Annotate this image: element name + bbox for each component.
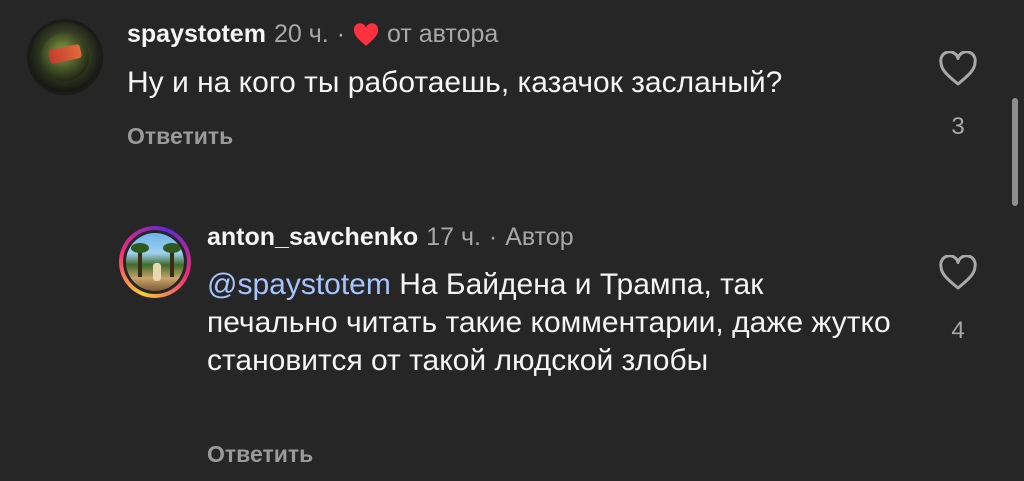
reply-button[interactable]: Ответить bbox=[207, 441, 313, 468]
username[interactable]: anton_savchenko bbox=[207, 223, 418, 252]
scrollbar[interactable] bbox=[1012, 98, 1018, 206]
comment-text: @spaystotem На Байдена и Трампа, так печ… bbox=[207, 266, 897, 380]
separator: · bbox=[336, 20, 346, 48]
like-count: 3 bbox=[951, 113, 965, 140]
author-like-label: от автора bbox=[387, 20, 499, 48]
like-count: 4 bbox=[951, 317, 965, 344]
like-heart-icon[interactable] bbox=[938, 51, 978, 87]
avatar[interactable] bbox=[27, 19, 103, 95]
mention-link[interactable]: @spaystotem bbox=[207, 268, 391, 301]
avatar[interactable] bbox=[119, 226, 191, 298]
timestamp: 20 ч. bbox=[273, 20, 329, 48]
comments-thread: spaystotem 20 ч. · от автора Ну и на ког… bbox=[0, 0, 1024, 481]
like-heart-icon[interactable] bbox=[938, 255, 978, 291]
comment-header: spaystotem 20 ч. · от автора bbox=[127, 20, 498, 49]
separator: · bbox=[488, 223, 498, 251]
timestamp: 17 ч. bbox=[426, 223, 481, 251]
author-badge: Автор bbox=[505, 223, 574, 251]
comment-header: anton_savchenko 17 ч. · Автор bbox=[207, 223, 574, 252]
username[interactable]: spaystotem bbox=[127, 20, 266, 49]
reply-button[interactable]: Ответить bbox=[127, 123, 233, 150]
heart-filled-icon bbox=[353, 22, 379, 46]
comment-text: Ну и на кого ты работаешь, казачок засла… bbox=[127, 66, 783, 99]
